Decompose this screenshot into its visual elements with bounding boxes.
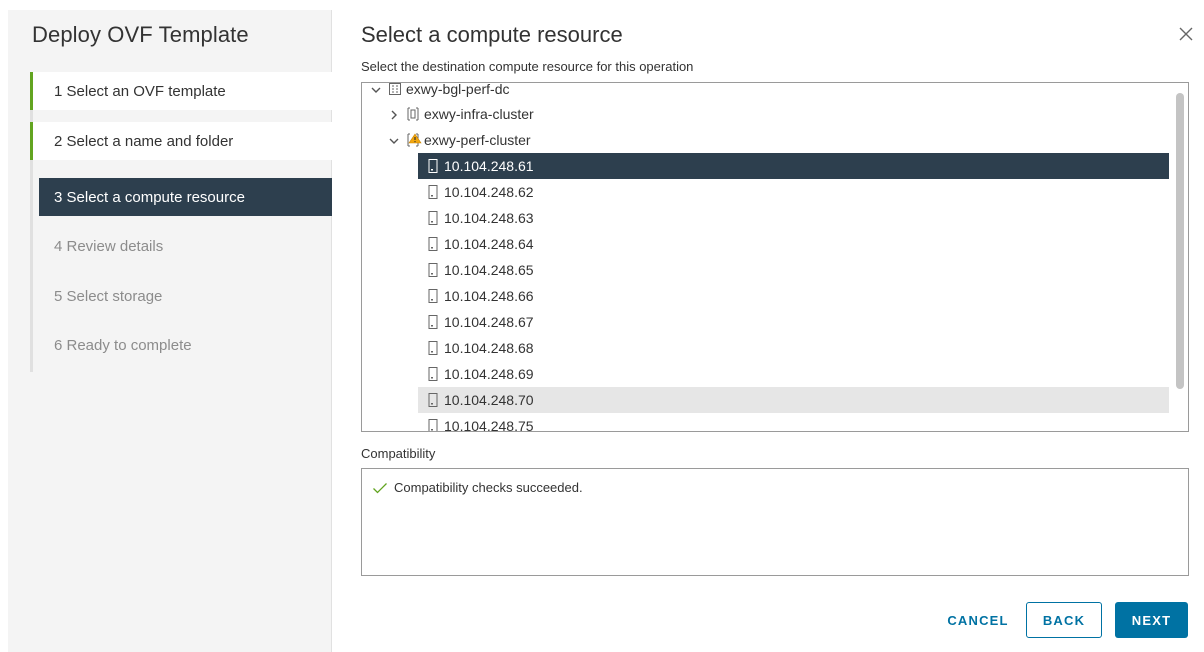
step-select-storage: 5 Select storage bbox=[54, 287, 163, 305]
tree-node-label: exwy-bgl-perf-dc bbox=[406, 82, 510, 97]
host-icon bbox=[426, 236, 440, 252]
host-label: 10.104.248.75 bbox=[444, 418, 534, 432]
tree-node-host[interactable]: 10.104.248.70 bbox=[418, 387, 1169, 413]
tree-node-host[interactable]: 10.104.248.61 bbox=[418, 153, 1169, 179]
host-icon bbox=[426, 418, 440, 431]
tree-node-label: exwy-infra-cluster bbox=[424, 106, 534, 122]
wizard-sidebar: Deploy OVF Template 1 Select an OVF temp… bbox=[8, 10, 332, 652]
page-title: Select a compute resource bbox=[361, 22, 623, 47]
tree-node-label: exwy-perf-cluster bbox=[424, 132, 531, 148]
scrollbar-thumb[interactable] bbox=[1176, 93, 1184, 389]
next-button[interactable]: NEXT bbox=[1115, 602, 1188, 638]
tree-node-host[interactable]: 10.104.248.62 bbox=[418, 179, 1169, 205]
tree-node-host[interactable]: 10.104.248.65 bbox=[418, 257, 1169, 283]
host-label: 10.104.248.61 bbox=[444, 158, 534, 174]
host-icon bbox=[426, 392, 440, 408]
chevron-down-icon[interactable] bbox=[388, 134, 400, 146]
cluster-icon bbox=[406, 106, 420, 122]
tree-node-host[interactable]: 10.104.248.67 bbox=[418, 309, 1169, 335]
compatibility-message-text: Compatibility checks succeeded. bbox=[394, 480, 583, 495]
tree-node-cluster-perf[interactable]: exwy-perf-cluster bbox=[388, 127, 531, 153]
compatibility-message: Compatibility checks succeeded. bbox=[372, 480, 583, 495]
tree-node-datacenter[interactable]: exwy-bgl-perf-dc bbox=[370, 82, 510, 102]
host-icon bbox=[426, 314, 440, 330]
host-icon bbox=[426, 210, 440, 226]
step-select-name-folder[interactable]: 2 Select a name and folder bbox=[30, 122, 332, 160]
wizard-steps: 1 Select an OVF template 2 Select a name… bbox=[30, 72, 332, 372]
compatibility-label: Compatibility bbox=[361, 446, 436, 461]
cluster-warning-icon bbox=[406, 132, 422, 148]
chevron-right-icon[interactable] bbox=[388, 108, 400, 120]
host-label: 10.104.248.62 bbox=[444, 184, 534, 200]
tree-node-cluster-infra[interactable]: exwy-infra-cluster bbox=[388, 101, 534, 127]
tree-node-host[interactable]: 10.104.248.69 bbox=[418, 361, 1169, 387]
tree-node-host[interactable]: 10.104.248.66 bbox=[418, 283, 1169, 309]
host-icon bbox=[426, 158, 440, 174]
host-icon bbox=[426, 288, 440, 304]
cancel-button[interactable]: CANCEL bbox=[938, 602, 1018, 638]
check-icon bbox=[372, 482, 388, 494]
host-icon bbox=[426, 262, 440, 278]
host-icon bbox=[426, 184, 440, 200]
host-icon bbox=[426, 340, 440, 356]
tree-node-host[interactable]: 10.104.248.68 bbox=[418, 335, 1169, 361]
host-label: 10.104.248.63 bbox=[444, 210, 534, 226]
step-ready-to-complete: 6 Ready to complete bbox=[54, 336, 192, 354]
back-button[interactable]: BACK bbox=[1026, 602, 1102, 638]
host-label: 10.104.248.66 bbox=[444, 288, 534, 304]
close-icon[interactable] bbox=[1176, 24, 1196, 44]
compatibility-panel: Compatibility checks succeeded. bbox=[361, 468, 1189, 576]
host-label: 10.104.248.67 bbox=[444, 314, 534, 330]
tree-node-host[interactable]: 10.104.248.64 bbox=[418, 231, 1169, 257]
step-select-ovf-template[interactable]: 1 Select an OVF template bbox=[30, 72, 332, 110]
chevron-down-icon[interactable] bbox=[370, 83, 382, 95]
host-label: 10.104.248.69 bbox=[444, 366, 534, 382]
step-select-compute-resource[interactable]: 3 Select a compute resource bbox=[39, 178, 332, 216]
host-label: 10.104.248.65 bbox=[444, 262, 534, 278]
tree-scrollbar[interactable] bbox=[1172, 83, 1188, 431]
wizard-title: Deploy OVF Template bbox=[32, 22, 249, 47]
tree-node-host[interactable]: 10.104.248.75 bbox=[418, 413, 1169, 432]
page-subtitle: Select the destination compute resource … bbox=[361, 59, 694, 74]
host-label: 10.104.248.68 bbox=[444, 340, 534, 356]
wizard-main-panel: Select a compute resource Select the des… bbox=[332, 10, 1204, 652]
host-label: 10.104.248.64 bbox=[444, 236, 534, 252]
host-icon bbox=[426, 366, 440, 382]
datacenter-icon bbox=[388, 83, 402, 97]
compute-resource-tree: exwy-bgl-perf-dc exwy-infra-cluster exwy… bbox=[361, 82, 1189, 432]
host-label: 10.104.248.70 bbox=[444, 392, 534, 408]
tree-node-host[interactable]: 10.104.248.63 bbox=[418, 205, 1169, 231]
step-review-details: 4 Review details bbox=[54, 237, 164, 255]
deploy-ovf-wizard: Deploy OVF Template 1 Select an OVF temp… bbox=[8, 10, 1204, 652]
